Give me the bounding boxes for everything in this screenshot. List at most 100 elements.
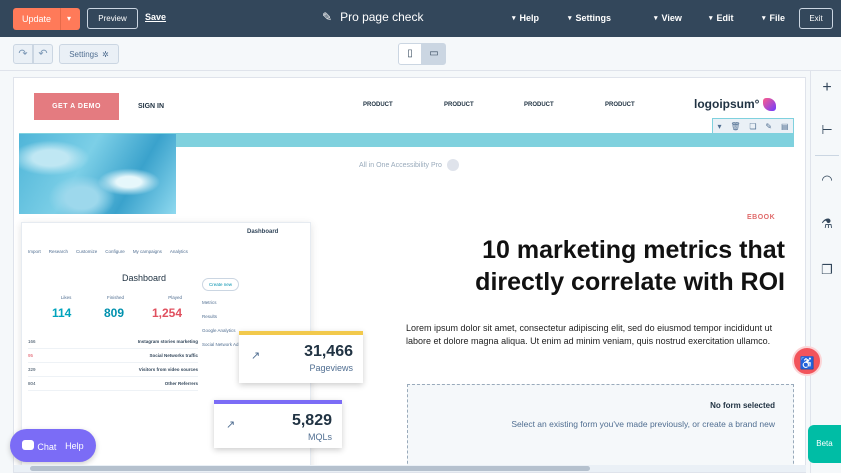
site-header: GET A DEMO SIGN IN PRODUCT PRODUCT PRODU… <box>14 78 805 134</box>
preview-button[interactable]: Preview <box>87 8 138 29</box>
hero-body: Lorem ipsum dolor sit amet, consectetur … <box>406 323 773 346</box>
row-name: Instagram stories marketing <box>137 339 198 344</box>
menu-edit-label: Edit <box>716 13 734 23</box>
chevron-down-icon[interactable]: ▾ <box>717 122 721 131</box>
chevron-down-icon: ▾ <box>709 15 713 22</box>
kpi-value: 809 <box>104 306 125 320</box>
nav-item-product[interactable]: PRODUCT <box>363 102 393 108</box>
menu-help-label: Help <box>519 13 540 23</box>
pencil-icon[interactable]: ✎ <box>765 122 772 131</box>
add-icon[interactable]: + <box>818 79 836 97</box>
eyebrow-label: EBOOK <box>747 214 776 221</box>
card-value: 31,466 <box>304 343 353 360</box>
update-split-divider <box>60 8 61 30</box>
logo-text: logoipsum° <box>694 97 760 111</box>
sign-in-link[interactable]: SIGN IN <box>138 103 164 110</box>
clone-icon[interactable]: ❏ <box>749 122 756 131</box>
redo-icon[interactable]: ↷ <box>13 44 33 64</box>
menu-settings[interactable]: ▾ Settings <box>568 13 611 23</box>
accessibility-widget-icon[interactable]: ♿ <box>792 346 822 376</box>
layout-icon[interactable]: ▤ <box>781 122 789 131</box>
nav-item-product[interactable]: PRODUCT <box>524 102 554 108</box>
mqls-card: 5,829 MQLs ↗ <box>214 400 342 448</box>
chat-bubble-icon <box>22 439 35 450</box>
card-label: Pageviews <box>309 363 353 373</box>
editor-toolbar: ↷ ↶ Settings ✲ ▯ ▭ <box>0 37 841 71</box>
trend-up-icon: ↗ <box>226 419 236 431</box>
create-new-pill: Create new <box>202 278 240 291</box>
menu-help[interactable]: ▾ Help <box>512 13 539 23</box>
pages-icon[interactable]: ❐ <box>818 261 836 279</box>
side-item: Metrics <box>202 300 217 305</box>
side-item: Results <box>202 314 218 319</box>
kpi-finished: Finished 809 <box>104 295 124 320</box>
table-row: 804 Other Referrers <box>28 377 198 391</box>
mobile-preview-icon[interactable]: ▯ <box>398 43 422 65</box>
dashboard-tab: Customize <box>76 249 98 254</box>
editor-top-bar: Update ▾ Preview Save ✎ Pro page check ▾… <box>0 0 841 37</box>
chevron-down-icon: ▾ <box>654 15 658 22</box>
kpi-value: 1,254 <box>152 306 183 320</box>
settings-button-label: Settings <box>69 49 99 59</box>
gauge-icon[interactable]: ◠ <box>818 171 836 189</box>
dashboard-tab: Import <box>28 249 41 254</box>
menu-view[interactable]: ▾ View <box>654 13 682 23</box>
table-row: 95 Social Networks traffic <box>28 349 198 363</box>
form-title: No form selected <box>710 401 775 410</box>
get-demo-button[interactable]: GET A DEMO <box>34 93 119 120</box>
undo-icon[interactable]: ↶ <box>33 44 53 64</box>
kpi-likes: Likes 114 <box>52 295 71 320</box>
kpi-label: Likes <box>60 295 72 300</box>
chevron-down-icon: ▾ <box>568 15 572 22</box>
site-logo[interactable]: logoipsum° <box>694 97 777 111</box>
gear-icon: ✲ <box>102 49 109 59</box>
chat-button[interactable]: Chat <box>22 439 56 452</box>
card-label: MQLs <box>307 432 332 442</box>
help-label[interactable]: Help <box>65 441 84 451</box>
flask-icon[interactable]: ⚗ <box>818 215 836 233</box>
help-chat-widget[interactable]: Chat Help <box>10 429 96 462</box>
settings-button[interactable]: Settings ✲ <box>59 44 119 64</box>
chevron-down-icon: ▾ <box>512 15 516 22</box>
form-description: Select an existing form you've made prev… <box>511 419 775 429</box>
save-link[interactable]: Save <box>145 12 166 22</box>
page-title-group[interactable]: ✎ Pro page check <box>322 10 423 24</box>
exit-button[interactable]: Exit <box>799 8 833 29</box>
pencil-icon[interactable]: ✎ <box>322 10 332 24</box>
beta-tab[interactable]: Beta <box>808 425 841 463</box>
scrollbar-thumb[interactable] <box>30 466 590 471</box>
trash-icon[interactable]: 🗑 <box>730 122 740 131</box>
kpi-label: Finished <box>107 295 125 300</box>
chevron-down-icon[interactable]: ▾ <box>67 14 71 23</box>
tree-icon[interactable]: ⊢ <box>818 121 836 139</box>
row-value: 329 <box>28 367 36 372</box>
toggle-knob-icon <box>446 159 459 171</box>
row-value: 166 <box>28 339 36 344</box>
form-placeholder[interactable]: No form selected Select an existing form… <box>407 384 794 472</box>
trend-up-icon: ↗ <box>251 350 261 362</box>
kpi-value: 114 <box>52 306 72 320</box>
dashboard-tab: Analytics <box>169 249 188 254</box>
hero-image <box>19 134 176 214</box>
menu-file[interactable]: ▾ File <box>762 13 785 23</box>
table-row: 166 Instagram stories marketing <box>28 335 198 349</box>
accessibility-toggle[interactable]: All in One Accessibility Pro <box>359 159 459 171</box>
nav-item-product[interactable]: PRODUCT <box>444 102 474 108</box>
row-name: Other Referrers <box>164 381 198 386</box>
menu-file-label: File <box>769 13 786 23</box>
page-title: Pro page check <box>340 10 424 24</box>
row-value: 804 <box>28 381 36 386</box>
dashboard-table: 166 Instagram stories marketing 95 Social … <box>28 335 198 391</box>
dashboard-tab: My campaigns <box>132 249 162 254</box>
menu-view-label: View <box>661 13 682 23</box>
pageviews-card: 31,466 Pageviews ↗ <box>239 331 363 383</box>
accessibility-label: All in One Accessibility Pro <box>359 161 442 169</box>
card-value: 5,829 <box>291 412 332 429</box>
sidebar-divider <box>815 155 839 156</box>
dashboard-heading: Dashboard <box>122 273 167 283</box>
menu-edit[interactable]: ▾ Edit <box>709 13 734 23</box>
nav-item-product[interactable]: PRODUCT <box>605 102 635 108</box>
kpi-label: Played <box>168 295 183 300</box>
desktop-preview-icon[interactable]: ▭ <box>422 43 446 65</box>
update-button[interactable]: Update ▾ <box>13 8 80 30</box>
